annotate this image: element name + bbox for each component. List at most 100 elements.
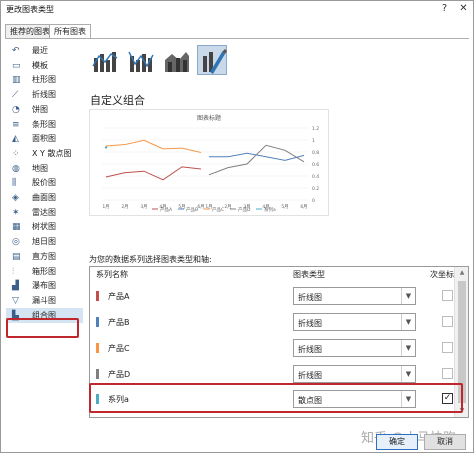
cancel-button[interactable]: 取消 (424, 434, 466, 450)
secondary-axis-checkbox[interactable] (442, 290, 453, 301)
sidebar-item-label: 旭日图 (32, 237, 56, 247)
sidebar-item-label: 树状图 (32, 222, 56, 232)
help-button[interactable]: ? (437, 2, 452, 16)
sidebar-item-sunburst-chart[interactable]: ◎ 旭日图 (6, 234, 83, 249)
chart-type-select[interactable]: 折线图 ▼ (293, 313, 416, 331)
chart-type-select[interactable]: 折线图 ▼ (293, 339, 416, 357)
title-bar: 更改图表类型 ? ✕ (1, 1, 473, 18)
series-row: 产品A 折线图 ▼ (90, 284, 453, 310)
series-row: 产品B 折线图 ▼ (90, 310, 453, 336)
waterfall-chart-icon: ▟ (12, 281, 19, 292)
sidebar-item-funnel-chart[interactable]: ▽ 漏斗图 (6, 293, 83, 308)
sidebar-item-box-whisker-chart[interactable]: ⫶ 箱形图 (6, 264, 83, 279)
sunburst-chart-icon: ◎ (12, 237, 20, 248)
template-icon: ▭ (12, 60, 21, 71)
series-color-swatch (96, 317, 99, 327)
y2-tick-label: 0.4 (312, 174, 319, 180)
legend-label: 系列a (264, 206, 276, 213)
chevron-down-icon[interactable]: ▼ (401, 288, 415, 304)
sidebar-item-area-chart[interactable]: ◭ 面积图 (6, 131, 83, 146)
combo-clustered-column-line-icon[interactable] (89, 45, 119, 75)
x-tick-label: 6月 (300, 204, 307, 210)
sidebar-item-stock-chart[interactable]: ⫼ 股价图 (6, 175, 83, 190)
sidebar-item-label: 地图 (32, 163, 48, 173)
sidebar-item-bar-chart[interactable]: ≡ 条形图 (6, 117, 83, 132)
tab-recommended-charts[interactable]: 推荐的图表 (5, 24, 55, 38)
sidebar-item-pie-chart[interactable]: ◔ 饼图 (6, 102, 83, 117)
sidebar-item-label: 条形图 (32, 119, 56, 129)
chart-type-select[interactable]: 折线图 ▼ (293, 365, 416, 383)
y2-tick-label: 0.8 (312, 150, 319, 156)
chevron-down-icon[interactable]: ▼ (401, 314, 415, 330)
x-tick-label: 2月 (121, 204, 128, 210)
sidebar-item-label: 瀑布图 (32, 281, 56, 291)
change-chart-type-dialog: 更改图表类型 ? ✕ 推荐的图表 所有图表 ↶ 最近 ▭ 模板 ▥ 柱形图 ⟋ 折线图 ◔ 饼图 ≡… (0, 0, 474, 453)
y2-tick-label: 1 (312, 138, 315, 144)
sidebar-item-label: 漏斗图 (32, 295, 56, 305)
sidebar-item-histogram-chart[interactable]: ▤ 直方图 (6, 249, 83, 264)
subtype-title: 自定义组合 (90, 94, 145, 107)
sidebar-item-label: 雷达图 (32, 207, 56, 217)
radar-chart-icon: ✶ (12, 207, 20, 218)
chart-type-value: 折线图 (298, 319, 322, 328)
histogram-chart-icon: ▤ (12, 251, 21, 262)
series-line (105, 139, 202, 153)
sidebar-item-waterfall-chart[interactable]: ▟ 瀑布图 (6, 278, 83, 293)
chevron-down-icon[interactable]: ▼ (401, 340, 415, 356)
series-color-swatch (96, 291, 99, 301)
header-chart-type: 图表类型 (293, 270, 325, 279)
legend-label: 产品D (238, 206, 251, 213)
tab-all-charts[interactable]: 所有图表 (49, 24, 91, 39)
y2-tick-label: 0 (312, 198, 315, 204)
series-color-swatch (96, 369, 99, 379)
sidebar-item-template[interactable]: ▭ 模板 (6, 58, 83, 73)
custom-combo-icon[interactable] (197, 45, 227, 75)
close-button[interactable]: ✕ (456, 2, 471, 16)
sidebar-item-surface-chart[interactable]: ◈ 曲面图 (6, 190, 83, 205)
x-tick-label: 3月 (140, 204, 147, 210)
header-series-name: 系列名称 (96, 270, 128, 279)
x-tick-label: 5月 (281, 204, 288, 210)
sidebar-item-treemap-chart[interactable]: ▦ 树状图 (6, 219, 83, 234)
sidebar-item-label: 股价图 (32, 178, 56, 188)
series-point (104, 146, 108, 149)
sidebar-item-map-chart[interactable]: ◍ 地图 (6, 161, 83, 176)
secondary-axis-checkbox[interactable] (442, 316, 453, 327)
secondary-axis-checkbox[interactable] (442, 342, 453, 353)
pie-chart-icon: ◔ (12, 104, 20, 115)
y2-tick-label: 0.6 (312, 162, 319, 168)
sidebar-item-recent[interactable]: ↶ 最近 (6, 43, 83, 58)
tab-divider (5, 38, 469, 39)
chart-preview-svg: 图表标题1.210.80.60.40.201月 1月2月 2月3月 3月4月 4月5月 5… (102, 114, 319, 213)
chevron-down-icon[interactable]: ▼ (401, 366, 415, 382)
map-chart-icon: ◍ (12, 163, 20, 174)
chart-preview: 图表标题 1.2 1 0.8 0.6 0.4 0.2 0 1月 1月 2月 2月 3月 3月 4月 4月 5月 5… (89, 109, 329, 216)
bar-chart-icon: ≡ (12, 119, 20, 130)
sidebar-item-line-chart[interactable]: ⟋ 折线图 (6, 87, 83, 102)
combo-stacked-area-column-icon[interactable] (161, 45, 191, 75)
sidebar-item-label: 模板 (32, 60, 48, 70)
series-name: 产品A (108, 292, 130, 301)
secondary-axis-checkbox[interactable] (442, 368, 453, 379)
x-tick-label: 1月 (102, 204, 109, 210)
chart-type-value: 折线图 (298, 371, 322, 380)
series-name: 产品B (108, 318, 130, 327)
chart-type-select[interactable]: 折线图 ▼ (293, 287, 416, 305)
series-color-swatch (96, 343, 99, 353)
chart-category-list: ↶ 最近 ▭ 模板 ▥ 柱形图 ⟋ 折线图 ◔ 饼图 ≡ 条形图 ◭ 面积图 ⁘ X Y 散点图 ◍ 地图 ⫼ 股价图… (6, 43, 83, 339)
sidebar-item-column-chart[interactable]: ▥ 柱形图 (6, 72, 83, 87)
scatter-chart-icon: ⁘ (12, 148, 20, 159)
sidebar-item-scatter-chart[interactable]: ⁘ X Y 散点图 (6, 146, 83, 161)
combo-column-line-secondary-axis-icon[interactable] (125, 45, 155, 75)
series-a-highlight-box (89, 383, 463, 413)
combo-highlight-box (6, 318, 79, 338)
sidebar-item-radar-chart[interactable]: ✶ 雷达图 (6, 205, 83, 220)
scroll-up-icon[interactable]: ▲ (455, 267, 469, 279)
sidebar-item-label: 曲面图 (32, 193, 56, 202)
area-chart-icon: ◭ (12, 134, 19, 145)
series-name: 产品D (108, 370, 131, 379)
sidebar-item-label: 最近 (32, 46, 48, 55)
legend-label: 产品C (212, 206, 224, 213)
box-whisker-chart-icon: ⫶ (12, 266, 15, 277)
ok-button[interactable]: 确定 (376, 434, 418, 450)
